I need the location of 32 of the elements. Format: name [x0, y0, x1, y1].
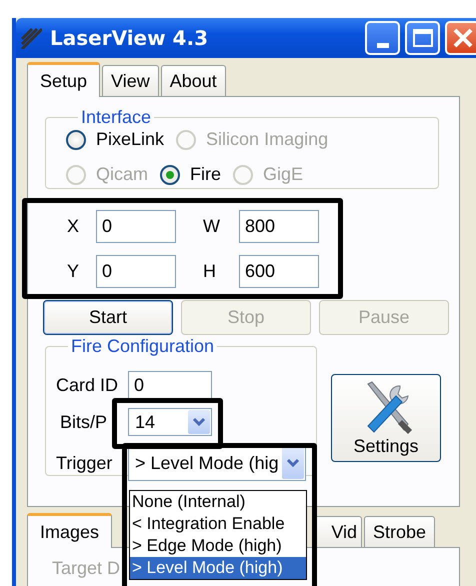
- radio-option[interactable]: PixeLink: [66, 129, 164, 150]
- dropdown[interactable]: > Level Mode (hig: [128, 445, 306, 481]
- field-label: Trigger: [56, 452, 114, 474]
- tab[interactable]: View: [102, 65, 159, 96]
- radio-option[interactable]: Fire: [160, 164, 222, 185]
- input-field[interactable]: 600: [239, 255, 319, 288]
- dropdown-option[interactable]: > Edge Mode (high): [130, 535, 306, 557]
- field-label: X: [67, 216, 80, 237]
- tab[interactable]: Images: [27, 513, 112, 548]
- field-label: Y: [67, 261, 80, 282]
- field-label: Target D: [52, 558, 120, 578]
- input-field[interactable]: 0: [96, 210, 176, 243]
- field-label: W: [203, 216, 221, 237]
- dropdown-option[interactable]: > Level Mode (high): [130, 557, 306, 579]
- dropdown-option[interactable]: < Integration Enable: [130, 513, 306, 535]
- group-title: Fire Configuration: [70, 336, 216, 357]
- tab[interactable]: About: [160, 65, 226, 96]
- tab[interactable]: Vid: [314, 516, 362, 547]
- settings-button[interactable]: Settings: [331, 374, 441, 462]
- field-label: H: [203, 261, 217, 282]
- field-label: Card ID: [56, 374, 120, 396]
- input-field[interactable]: 0: [128, 370, 212, 400]
- dropdown[interactable]: 14: [128, 408, 212, 436]
- push-button[interactable]: Start: [43, 300, 173, 335]
- field-label: Bits/P: [59, 412, 108, 432]
- window-title: LaserView 4.3: [50, 26, 208, 50]
- tab[interactable]: Setup: [27, 62, 100, 97]
- input-field[interactable]: 0: [96, 255, 176, 288]
- dropdown-option[interactable]: None (Internal): [130, 491, 306, 513]
- tab[interactable]: Strobe: [364, 516, 436, 547]
- input-field[interactable]: 800: [239, 210, 319, 243]
- group-title: Interface: [80, 107, 152, 128]
